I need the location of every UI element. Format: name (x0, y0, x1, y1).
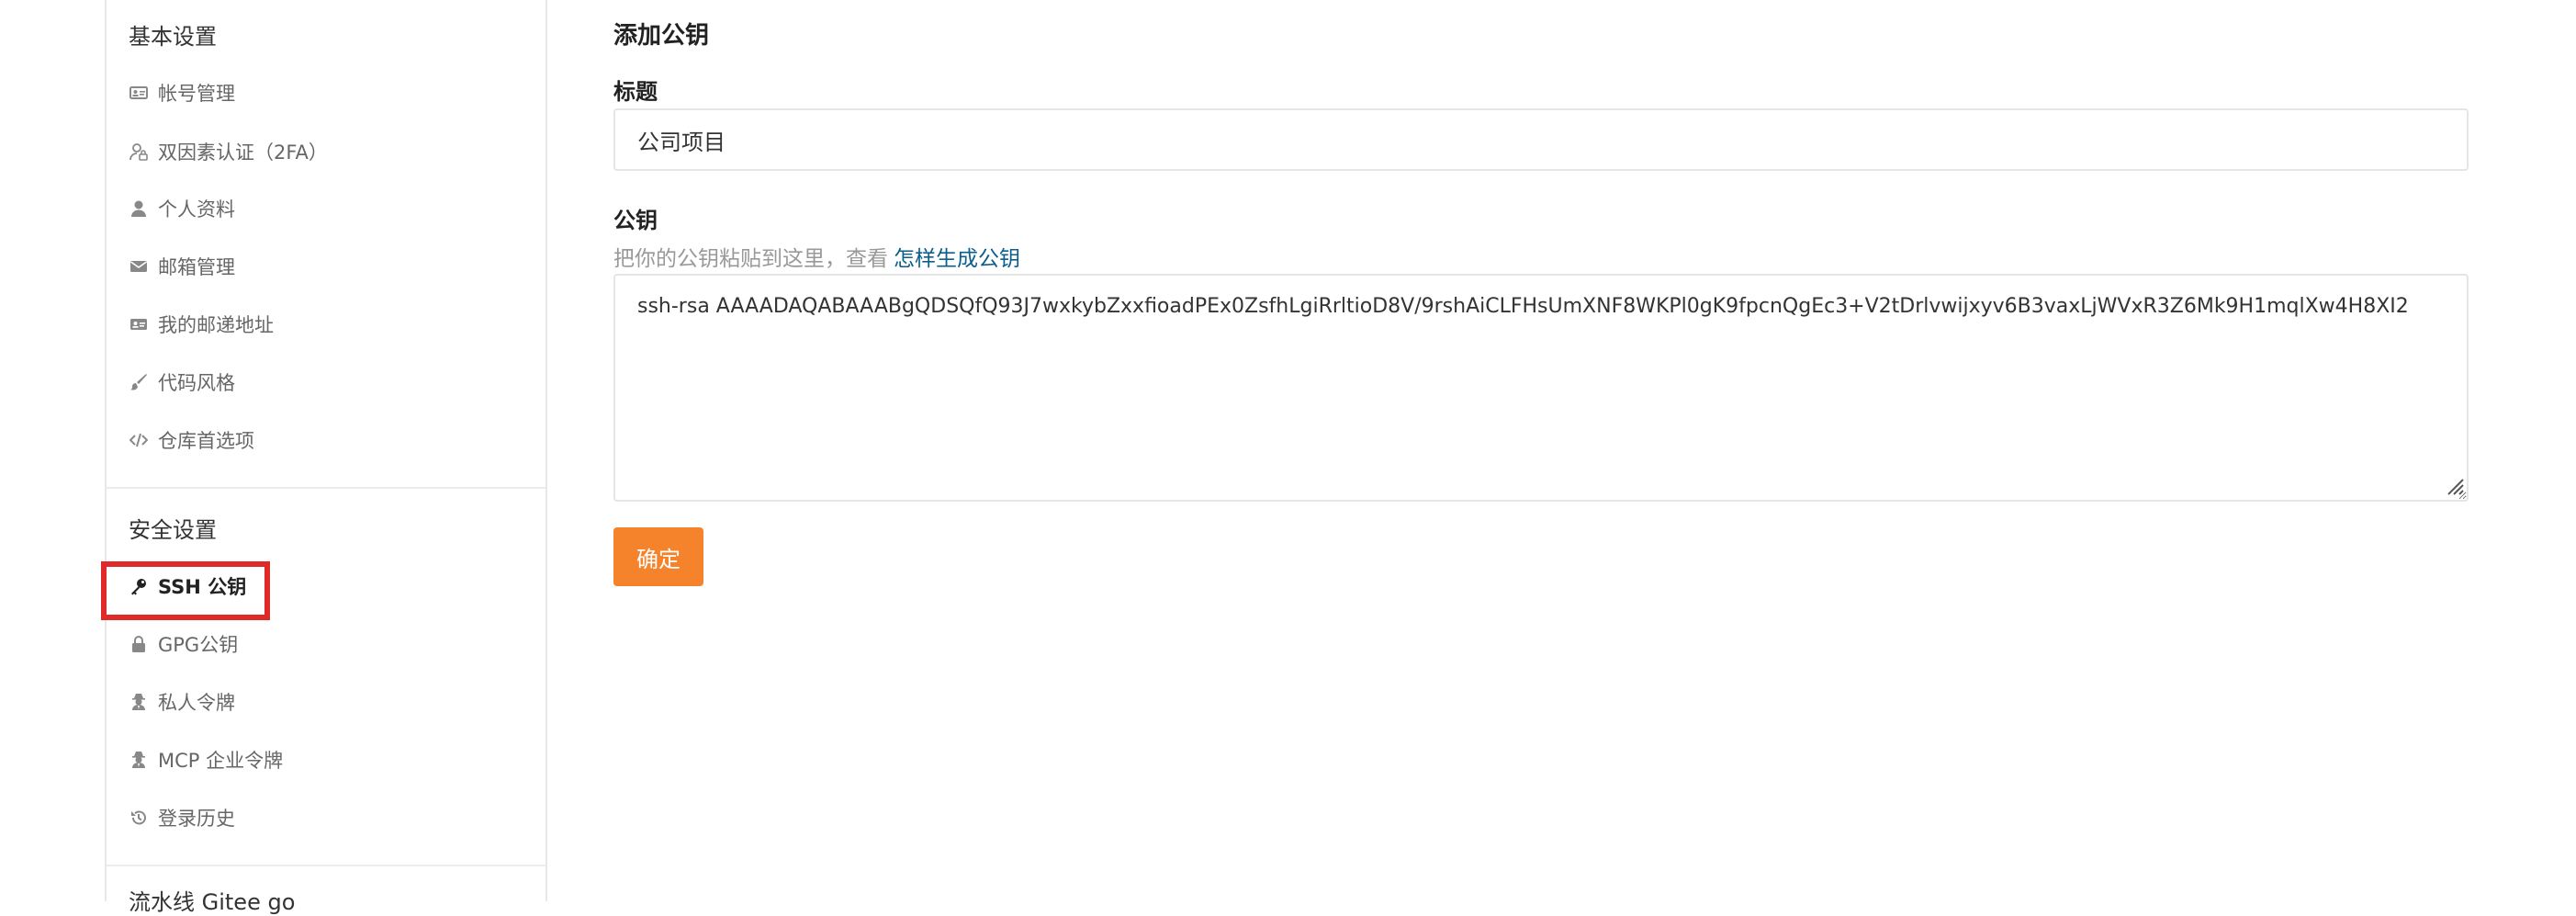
title-input[interactable] (613, 108, 2469, 171)
sidebar-item-label: 登录历史 (158, 808, 235, 830)
title-field-label: 标题 (613, 79, 658, 105)
sidebar-item-2fa[interactable]: 双因素认证（2FA） (129, 133, 328, 170)
sidebar-item-label: 私人令牌 (158, 692, 235, 714)
section-title-basic: 基本设置 (129, 24, 217, 50)
sidebar-divider (107, 487, 546, 489)
sidebar-item-repo-prefs[interactable]: 仓库首选项 (129, 422, 254, 458)
sidebar-item-label: 代码风格 (158, 372, 235, 394)
sidebar-item-label: GPG公钥 (158, 634, 239, 656)
sidebar-item-label: MCP 企业令牌 (158, 750, 284, 772)
user-lock-icon (129, 141, 149, 162)
sidebar-item-label: 帐号管理 (158, 83, 235, 105)
add-ssh-key-form: 添加公钥 标题 公钥 把你的公钥粘贴到这里，查看怎样生成公钥 ssh-rsa A… (613, 0, 2487, 901)
sidebar-item-account[interactable]: 帐号管理 (129, 74, 235, 111)
sidebar-item-code-style[interactable]: 代码风格 (129, 364, 235, 401)
user-secret-icon (129, 692, 149, 712)
sidebar-item-label: 个人资料 (158, 198, 235, 221)
key-hint-text: 把你的公钥粘贴到这里，查看 (613, 247, 888, 271)
section-title-security: 安全设置 (129, 517, 217, 543)
sidebar-divider (107, 865, 546, 866)
id-card-icon (129, 83, 149, 103)
sidebar-item-label: 双因素认证（2FA） (158, 141, 328, 164)
key-field-label: 公钥 (613, 208, 658, 233)
sidebar-item-address[interactable]: 我的邮递地址 (129, 306, 274, 343)
public-key-textarea[interactable]: ssh-rsa AAAADAQABAAABgQDSQfQ93J7wxkybZxx… (613, 274, 2469, 502)
user-icon (129, 198, 149, 219)
how-to-generate-key-link[interactable]: 怎样生成公钥 (894, 247, 1020, 271)
history-icon (129, 808, 149, 828)
sidebar-item-email[interactable]: 邮箱管理 (129, 248, 235, 285)
sidebar-item-gpg-keys[interactable]: GPG公钥 (129, 626, 238, 662)
lock-icon (129, 634, 149, 654)
sidebar-item-label: 仓库首选项 (158, 430, 254, 452)
settings-sidebar: 基本设置 帐号管理 双因素认证（2FA） 个人资料 邮箱管理 我的邮递地址 代码… (105, 0, 547, 915)
envelope-icon (129, 256, 149, 277)
section-title-pipeline: 流水线 Gitee go (129, 889, 296, 915)
sidebar-item-login-history[interactable]: 登录历史 (129, 799, 235, 836)
submit-button[interactable]: 确定 (613, 527, 703, 586)
code-icon (129, 430, 149, 450)
sidebar-item-profile[interactable]: 个人资料 (129, 190, 235, 227)
user-secret-icon (129, 750, 149, 770)
address-card-icon (129, 314, 149, 334)
key-hint: 把你的公钥粘贴到这里，查看 怎样生成公钥 (613, 241, 1020, 272)
sidebar-item-label: 我的邮递地址 (158, 314, 274, 336)
page-title: 添加公钥 (613, 22, 710, 50)
brush-icon (129, 372, 149, 392)
sidebar-item-mcp-tokens[interactable]: MCP 企业令牌 (129, 741, 283, 778)
resize-handle-icon[interactable] (2443, 474, 2465, 496)
sidebar-item-label: 邮箱管理 (158, 256, 235, 278)
key-icon (129, 576, 149, 596)
sidebar-item-ssh-keys[interactable]: SSH 公钥 (129, 568, 246, 605)
sidebar-item-label: SSH 公钥 (158, 576, 247, 598)
sidebar-item-private-tokens[interactable]: 私人令牌 (129, 684, 235, 720)
